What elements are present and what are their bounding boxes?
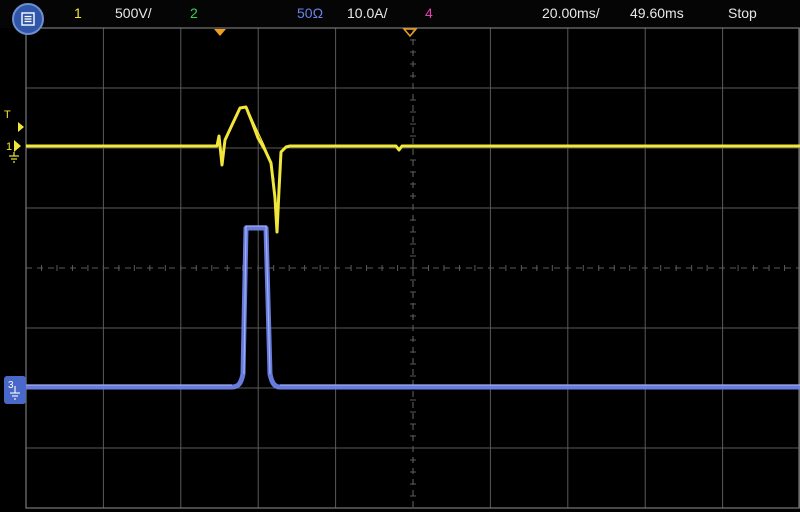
time-reference-marker: [402, 28, 418, 38]
channel-1-ground-marker[interactable]: [14, 140, 21, 152]
list-icon: [21, 12, 35, 26]
channel-3-marker-label: 3: [8, 380, 14, 391]
channel-1-ground-label: 1: [6, 141, 12, 153]
channel-3-ground-marker[interactable]: 3: [4, 376, 26, 404]
trigger-level-marker[interactable]: [18, 122, 24, 132]
menu-button[interactable]: [12, 3, 44, 35]
channel-1-ground-icon: [9, 152, 19, 163]
graticule: [25, 27, 800, 509]
trigger-level-label: T: [4, 109, 11, 121]
channel-1-trace: [26, 105, 800, 234]
waveform-display[interactable]: T 1 3: [0, 0, 800, 512]
trigger-delay-marker[interactable]: [214, 29, 226, 36]
